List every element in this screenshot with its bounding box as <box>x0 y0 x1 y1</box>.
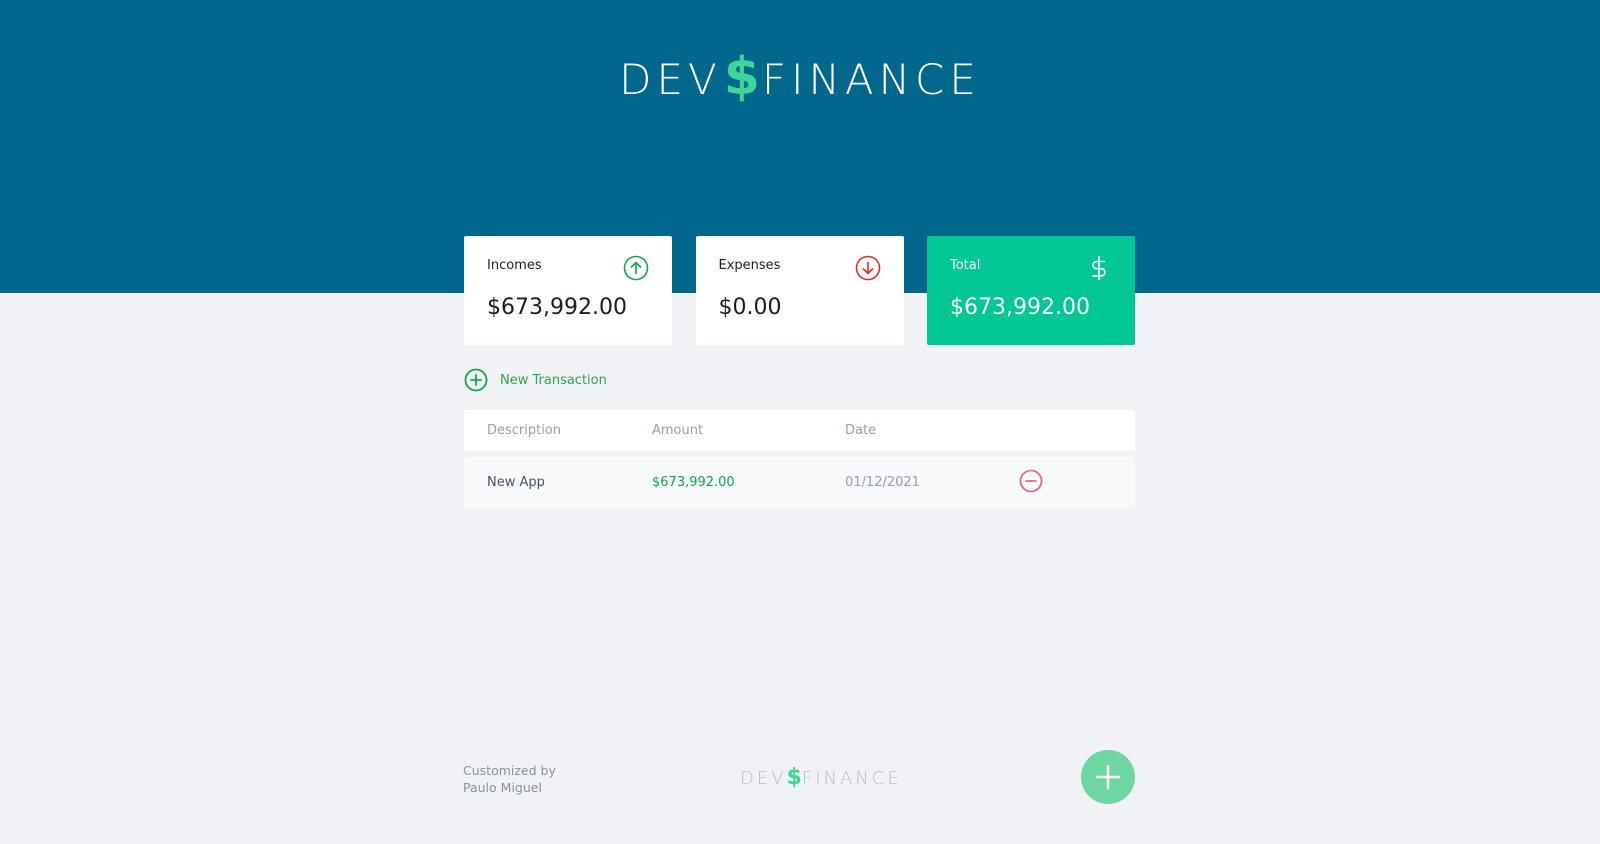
app-logo: DEV$FINANCE <box>0 47 1600 107</box>
header-date: Date <box>845 423 877 438</box>
footer-logo: DEV$FINANCE <box>740 765 902 790</box>
header-amount: Amount <box>652 423 704 438</box>
logo-text-dev: DEV <box>619 55 722 104</box>
table-row: New App $673,992.00 01/12/2021 <box>464 457 1135 508</box>
logo-text-finance: FINANCE <box>761 55 981 104</box>
arrow-down-circle-icon <box>855 255 880 281</box>
new-transaction-button[interactable]: New Transaction <box>464 368 607 392</box>
row-actions <box>1019 469 1135 497</box>
total-value: $673,992.00 <box>950 295 1090 320</box>
header-description: Description <box>487 423 562 438</box>
total-card: Total $673,992.00 <box>927 236 1135 345</box>
row-description: New App <box>487 475 545 490</box>
credit-line-1: Customized by <box>463 763 556 778</box>
minus-circle-icon[interactable] <box>1019 469 1043 493</box>
dollar-sign-icon <box>1092 255 1106 281</box>
incomes-card: Incomes $673,992.00 <box>464 236 672 345</box>
transactions-table: Description Amount Date New App $673,992… <box>464 410 1135 508</box>
balance-cards: Incomes $673,992.00 Expenses $0.00 Total… <box>464 236 1135 345</box>
footer-logo-finance: FINANCE <box>801 768 902 789</box>
row-date: 01/12/2021 <box>845 475 920 490</box>
incomes-value: $673,992.00 <box>487 295 627 320</box>
add-transaction-fab[interactable] <box>1081 750 1135 804</box>
footer-logo-dollar: $ <box>786 765 802 790</box>
new-transaction-label: New Transaction <box>500 372 607 388</box>
credit-line-2: Paulo Miguel <box>463 780 542 795</box>
row-amount: $673,992.00 <box>652 475 735 490</box>
footer-credit: Customized by Paulo Miguel <box>463 762 556 796</box>
logo-dollar-symbol: $ <box>723 47 760 107</box>
table-header: Description Amount Date <box>464 410 1135 451</box>
plus-icon <box>1095 764 1121 790</box>
footer-logo-dev: DEV <box>740 768 787 789</box>
expenses-card: Expenses $0.00 <box>695 236 904 345</box>
arrow-up-circle-icon <box>623 255 649 281</box>
plus-circle-icon <box>464 368 488 392</box>
expenses-value: $0.00 <box>718 295 782 320</box>
